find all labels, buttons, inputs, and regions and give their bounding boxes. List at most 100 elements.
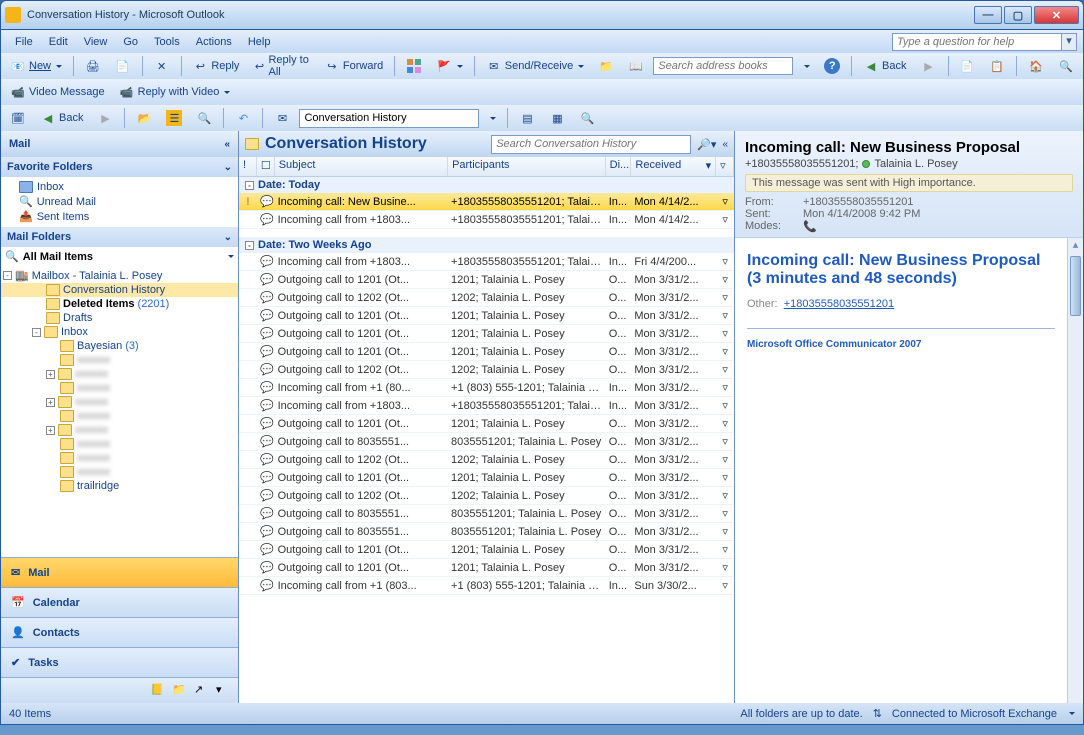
search-books-dropdown[interactable]: [797, 62, 815, 71]
reading-pane-button[interactable]: ☰: [161, 107, 187, 129]
menu-actions[interactable]: Actions: [188, 34, 240, 50]
home-button[interactable]: 🏠: [1023, 55, 1049, 77]
message-row[interactable]: !💬Incoming call: New Busine...+180355580…: [239, 193, 734, 211]
message-row[interactable]: 💬Outgoing call to 1201 (Ot...1201; Talai…: [239, 325, 734, 343]
print-button[interactable]: 🖨: [80, 55, 106, 77]
message-row[interactable]: 💬Outgoing call to 1201 (Ot...1201; Talai…: [239, 271, 734, 289]
tree-row[interactable]: trailridge: [1, 479, 238, 493]
help-button[interactable]: ?: [819, 55, 845, 77]
tree-row[interactable]: xxxxxx: [1, 381, 238, 395]
view-btn-b[interactable]: ▦: [544, 107, 570, 129]
delete-button[interactable]: ✕: [149, 55, 175, 77]
folder-shortcut-icon[interactable]: 📁: [172, 683, 188, 699]
view-btn-a[interactable]: ▤: [514, 107, 540, 129]
reply-all-button[interactable]: ↩Reply to All: [248, 51, 314, 81]
mail-folders-header[interactable]: Mail Folders⌄: [1, 227, 238, 247]
reply-video-button[interactable]: 📹Reply with Video: [114, 81, 236, 103]
scroll-thumb[interactable]: [1070, 256, 1081, 316]
help-search-dropdown[interactable]: ▾: [1061, 33, 1077, 51]
message-row[interactable]: 💬Outgoing call to 1202 (Ot...1202; Talai…: [239, 451, 734, 469]
configure-buttons-icon[interactable]: ▾: [216, 683, 232, 699]
message-row[interactable]: 💬Outgoing call to 1202 (Ot...1202; Talai…: [239, 289, 734, 307]
search-go-icon[interactable]: 🔎▾: [697, 138, 716, 151]
search-folder-input[interactable]: [491, 135, 691, 154]
reading-scrollbar[interactable]: ▴: [1067, 238, 1083, 703]
message-row[interactable]: 💬Outgoing call to 1201 (Ot...1201; Talai…: [239, 415, 734, 433]
col-direction[interactable]: Di...: [606, 157, 632, 176]
shortcuts-icon[interactable]: ↗: [194, 683, 210, 699]
view-btn-c[interactable]: 🔍: [574, 107, 600, 129]
fwd2-button[interactable]: ▶: [92, 107, 118, 129]
message-row[interactable]: 💬Incoming call from +1803...+18035558035…: [239, 253, 734, 271]
big-calendar-button[interactable]: 📅Calendar: [1, 587, 238, 617]
categorize-button[interactable]: [401, 55, 427, 77]
up-folder-button[interactable]: 📂: [131, 107, 157, 129]
tree-mailbox[interactable]: -🏬Mailbox - Talainia L. Posey: [1, 268, 238, 283]
message-row[interactable]: 💬Outgoing call to 1201 (Ot...1201; Talai…: [239, 541, 734, 559]
back2-button[interactable]: ◀Back: [35, 107, 88, 129]
message-row[interactable]: 💬Outgoing call to 8035551...8035551201; …: [239, 433, 734, 451]
group-header[interactable]: - Date: Two Weeks Ago: [239, 237, 734, 253]
message-row[interactable]: 💬Outgoing call to 8035551...8035551201; …: [239, 505, 734, 523]
notes-shortcut-icon[interactable]: 📒: [150, 683, 166, 699]
send-receive-button[interactable]: ✉Send/Receive: [481, 55, 590, 77]
print-preview-button[interactable]: 📄: [110, 55, 136, 77]
tree-row[interactable]: +xxxxxx: [1, 423, 238, 437]
tree-row[interactable]: Conversation History: [1, 283, 238, 297]
col-flag[interactable]: ▿: [716, 157, 734, 176]
menu-go[interactable]: Go: [115, 34, 146, 50]
message-row[interactable]: 💬Incoming call from +1803...+18035558035…: [239, 397, 734, 415]
menu-tools[interactable]: Tools: [146, 34, 188, 50]
menu-help[interactable]: Help: [240, 34, 279, 50]
reply-button[interactable]: ↩Reply: [187, 55, 244, 77]
tb-btn-a[interactable]: 📄: [954, 55, 980, 77]
col-participants[interactable]: Participants: [448, 157, 606, 176]
message-list[interactable]: - Date: Today!💬Incoming call: New Busine…: [239, 177, 734, 703]
forward-nav-button[interactable]: ▶: [916, 55, 942, 77]
current-folder-combo[interactable]: [299, 109, 479, 128]
print3-button[interactable]: 🔍: [191, 107, 217, 129]
close-button[interactable]: ✕: [1034, 6, 1079, 24]
menu-file[interactable]: File: [7, 34, 41, 50]
folder-combo-dd[interactable]: [483, 114, 501, 123]
tree-row[interactable]: +xxxxxx: [1, 395, 238, 409]
group-header[interactable]: - Date: Today: [239, 177, 734, 193]
col-received[interactable]: Received▾: [631, 157, 716, 176]
big-mail-button[interactable]: ✉Mail: [1, 557, 238, 587]
tb-btn-b[interactable]: 📋: [984, 55, 1010, 77]
search-address-books-input[interactable]: [653, 57, 793, 75]
message-row[interactable]: 💬Outgoing call to 8035551...8035551201; …: [239, 523, 734, 541]
message-row[interactable]: 💬Outgoing call to 1201 (Ot...1201; Talai…: [239, 559, 734, 577]
big-contacts-button[interactable]: 👤Contacts: [1, 617, 238, 647]
message-row[interactable]: 💬Outgoing call to 1202 (Ot...1202; Talai…: [239, 487, 734, 505]
menu-view[interactable]: View: [76, 34, 116, 50]
rules-button[interactable]: ✉: [269, 107, 295, 129]
col-icon[interactable]: ☐: [257, 157, 275, 176]
collapse-search-button[interactable]: «: [722, 139, 728, 150]
other-number-link[interactable]: +18035558035551201: [784, 298, 894, 310]
outlook-today-button[interactable]: 🗓: [5, 107, 31, 129]
message-row[interactable]: 💬Outgoing call to 1201 (Ot...1201; Talai…: [239, 307, 734, 325]
tree-row[interactable]: +xxxxxx: [1, 367, 238, 381]
undo-button[interactable]: ↶: [230, 107, 256, 129]
message-row[interactable]: 💬Outgoing call to 1202 (Ot...1202; Talai…: [239, 361, 734, 379]
collapse-nav-button[interactable]: «: [224, 139, 230, 150]
connection-menu[interactable]: [1069, 712, 1075, 715]
fav-folders-header[interactable]: Favorite Folders⌄: [1, 157, 238, 177]
video-message-button[interactable]: 📹Video Message: [5, 81, 110, 103]
message-row[interactable]: 💬Outgoing call to 1201 (Ot...1201; Talai…: [239, 469, 734, 487]
tree-row[interactable]: xxxxxx: [1, 437, 238, 451]
message-row[interactable]: 💬Incoming call from +1 (80...+1 (803) 55…: [239, 379, 734, 397]
col-subject[interactable]: Subject: [275, 157, 448, 176]
menu-edit[interactable]: Edit: [41, 34, 76, 50]
all-mail-items[interactable]: 🔍 All Mail Items: [1, 247, 238, 266]
fav-unread[interactable]: 🔍Unread Mail: [19, 194, 238, 209]
find-button[interactable]: 🔍: [1053, 55, 1079, 77]
message-row[interactable]: 💬Outgoing call to 1201 (Ot...1201; Talai…: [239, 343, 734, 361]
followup-button[interactable]: 🚩: [431, 55, 468, 77]
tree-row[interactable]: xxxxxx: [1, 409, 238, 423]
big-tasks-button[interactable]: ✔Tasks: [1, 647, 238, 677]
tree-row[interactable]: xxxxxx: [1, 353, 238, 367]
fav-inbox[interactable]: Inbox: [19, 180, 238, 194]
tree-row[interactable]: Drafts: [1, 311, 238, 325]
